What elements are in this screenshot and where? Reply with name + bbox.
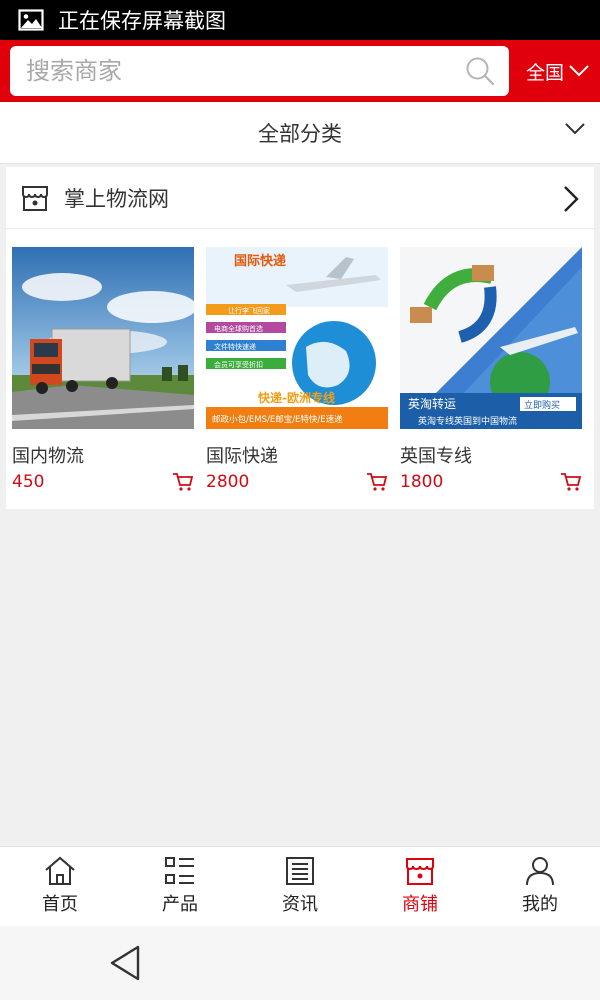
nav-label: 首页 xyxy=(42,894,78,915)
image-banner: 快递-欧洲专线 xyxy=(258,390,335,405)
region-label: 全国 xyxy=(526,61,565,84)
back-icon[interactable] xyxy=(108,944,142,982)
product-card[interactable]: 英淘转运 立即购买 英淘专线英国到中国物流 英国专线 1800 xyxy=(400,247,582,492)
product-card[interactable]: 国际快递 让行李飞回家 电商全球购首选 文件特快速递 会员可享受折扣 快递-欧洲… xyxy=(206,247,388,492)
product-card[interactable]: 国内物流 450 xyxy=(12,247,197,492)
store-icon xyxy=(406,858,434,885)
image-sub: 英淘专线英国到中国物流 xyxy=(418,415,517,427)
chevron-down-icon xyxy=(565,123,585,135)
search-box[interactable] xyxy=(10,46,509,96)
nav-item-news[interactable]: 资讯 xyxy=(240,847,360,926)
home-icon xyxy=(45,856,75,885)
category-label: 全部分类 xyxy=(258,121,342,146)
bottom-nav: 首页 产品 资讯 商铺 我的 xyxy=(0,846,600,926)
image-line: 电商全球购首选 xyxy=(214,324,263,333)
store-name: 掌上物流网 xyxy=(64,186,169,211)
list-icon xyxy=(165,857,194,884)
product-list: 国内物流 450 国际快递 让行李飞回家 电商全球购首选 文件特快速递 会员可享… xyxy=(12,247,582,492)
nav-label: 产品 xyxy=(162,894,198,915)
product-price: 2800 xyxy=(206,472,250,492)
image-sub: 邮政小包/EMS/E邮宝/E特快/E速递 xyxy=(212,414,343,425)
product-name: 国内物流 xyxy=(12,446,84,467)
image-title: 国际快递 xyxy=(234,253,286,269)
product-image-intl-express[interactable]: 国际快递 让行李飞回家 电商全球购首选 文件特快速递 会员可享受折扣 快递-欧洲… xyxy=(206,247,388,429)
status-text: 正在保存屏幕截图 xyxy=(58,9,226,33)
store-icon xyxy=(22,185,48,211)
nav-item-me[interactable]: 我的 xyxy=(480,847,600,926)
product-name: 英国专线 xyxy=(400,446,472,467)
nav-item-home[interactable]: 首页 xyxy=(0,847,120,926)
nav-item-products[interactable]: 产品 xyxy=(120,847,240,926)
nav-label: 商铺 xyxy=(402,894,438,915)
system-nav-bar xyxy=(0,926,600,1000)
nav-item-store[interactable]: 商铺 xyxy=(360,847,480,926)
status-bar: 正在保存屏幕截图 xyxy=(0,0,600,40)
product-price: 1800 xyxy=(400,472,444,492)
image-line: 会员可享受折扣 xyxy=(214,360,263,369)
image-icon xyxy=(18,9,44,31)
store-header[interactable]: 掌上物流网 xyxy=(6,167,594,229)
nav-label: 资讯 xyxy=(282,894,318,915)
image-button: 立即购买 xyxy=(524,399,560,411)
search-icon[interactable] xyxy=(465,56,495,86)
product-name: 国际快递 xyxy=(206,446,278,467)
chevron-right-icon[interactable] xyxy=(562,185,580,213)
product-image-truck[interactable] xyxy=(12,247,197,429)
product-price: 450 xyxy=(12,472,45,492)
image-title: 英淘转运 xyxy=(408,396,456,411)
product-image-uk-line[interactable]: 英淘转运 立即购买 英淘专线英国到中国物流 xyxy=(400,247,582,429)
cart-icon[interactable] xyxy=(366,472,388,492)
nav-label: 我的 xyxy=(522,894,558,915)
category-selector[interactable]: 全部分类 xyxy=(0,102,600,164)
region-selector[interactable]: 全国 xyxy=(526,58,590,85)
chevron-down-icon xyxy=(569,65,589,77)
image-line: 让行李飞回家 xyxy=(228,306,270,315)
store-card: 掌上物流网 国内物流 450 国际快递 让行李飞回家 电商全球购首选 文件特快速… xyxy=(6,167,594,509)
news-icon xyxy=(286,857,314,885)
search-input[interactable] xyxy=(26,57,426,85)
user-icon xyxy=(526,857,554,886)
image-line: 文件特快速递 xyxy=(214,342,256,351)
cart-icon[interactable] xyxy=(560,472,582,492)
cart-icon[interactable] xyxy=(172,472,194,492)
header: 全国 xyxy=(0,40,600,102)
